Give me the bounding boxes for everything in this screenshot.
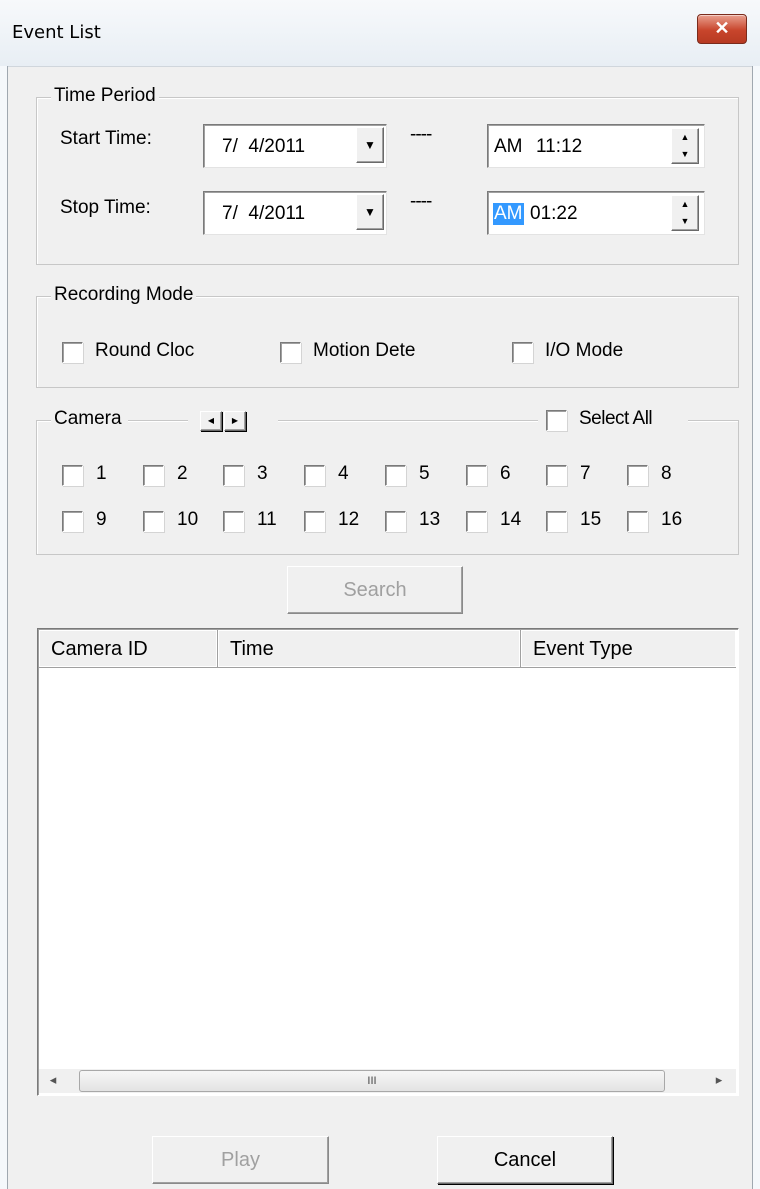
camera-group (36, 420, 739, 555)
select-all-label[interactable]: Select All (579, 408, 653, 430)
stop-ampm[interactable]: AM (493, 203, 524, 225)
spin-down-icon[interactable]: ▼ (672, 213, 698, 230)
arrow-down-icon: ▼ (364, 205, 376, 219)
search-button[interactable]: Search (287, 566, 463, 614)
window-border-right (752, 66, 760, 1189)
window-title: Event List (12, 22, 101, 43)
camera-2-checkbox[interactable] (143, 465, 164, 486)
camera-6-checkbox[interactable] (466, 465, 487, 486)
camera-12-checkbox[interactable] (304, 511, 325, 532)
start-time-label: Start Time: (60, 128, 152, 149)
camera-11-label[interactable]: 11 (257, 509, 277, 531)
scroll-thumb[interactable]: III (79, 1070, 665, 1092)
camera-8-label[interactable]: 8 (661, 463, 672, 485)
camera-12-label[interactable]: 12 (338, 509, 359, 531)
camera-legend: Camera (51, 408, 128, 430)
spin-up-icon[interactable]: ▲ (672, 129, 698, 146)
select-all-checkbox[interactable] (546, 410, 567, 431)
round-clock-checkbox[interactable] (62, 342, 83, 363)
horizontal-scrollbar[interactable]: ◂ III ▸ (39, 1069, 736, 1093)
time-period-legend: Time Period (51, 85, 159, 107)
motion-detect-checkbox[interactable] (280, 342, 301, 363)
camera-prev-button[interactable]: ◀ (200, 411, 222, 431)
round-clock-label[interactable]: Round Cloc (95, 340, 194, 362)
event-list[interactable]: Camera ID Time Event Type ◂ III ▸ (37, 628, 739, 1096)
camera-15-label[interactable]: 15 (580, 509, 601, 531)
camera-7-label[interactable]: 7 (580, 463, 591, 485)
camera-4-label[interactable]: 4 (338, 463, 349, 485)
camera-3-label[interactable]: 3 (257, 463, 268, 485)
camera-5-checkbox[interactable] (385, 465, 406, 486)
camera-10-label[interactable]: 10 (177, 509, 198, 531)
stop-date-value: 7/ 4/2011 (222, 203, 306, 224)
start-separator: ---- (410, 124, 432, 145)
start-ampm[interactable]: AM (494, 136, 523, 158)
camera-6-label[interactable]: 6 (500, 463, 511, 485)
camera-1-checkbox[interactable] (62, 465, 83, 486)
camera-14-label[interactable]: 14 (500, 509, 521, 531)
start-date-picker[interactable]: 7/ 4/2011 ▼ (203, 124, 387, 168)
grip-icon: III (367, 1075, 377, 1087)
recording-mode-legend: Recording Mode (51, 284, 197, 306)
scroll-right-icon[interactable]: ▸ (709, 1072, 729, 1088)
arrow-down-icon: ▼ (364, 138, 376, 152)
camera-8-checkbox[interactable] (627, 465, 648, 486)
camera-1-label[interactable]: 1 (96, 463, 107, 485)
column-header-camera-id[interactable]: Camera ID (39, 630, 218, 668)
camera-next-button[interactable]: ▶ (224, 411, 246, 431)
column-header-time[interactable]: Time (218, 630, 521, 668)
stop-time-spinner[interactable]: ▲ ▼ (671, 195, 699, 231)
start-date-dropdown-button[interactable]: ▼ (356, 127, 384, 163)
camera-16-checkbox[interactable] (627, 511, 648, 532)
column-header-event-type[interactable]: Event Type (521, 630, 736, 668)
arrow-right-icon: ▶ (231, 416, 239, 425)
title-bar (0, 0, 760, 67)
camera-3-checkbox[interactable] (223, 465, 244, 486)
camera-14-checkbox[interactable] (466, 511, 487, 532)
camera-10-checkbox[interactable] (143, 511, 164, 532)
close-button[interactable]: ✕ (697, 14, 747, 44)
stop-time-field[interactable]: AM 01:22 ▲ ▼ (487, 191, 705, 235)
stop-time-label: Stop Time: (60, 197, 151, 218)
io-mode-label[interactable]: I/O Mode (545, 340, 623, 362)
stop-time-value[interactable]: 01:22 (530, 203, 578, 225)
spin-down-icon[interactable]: ▼ (672, 146, 698, 163)
io-mode-checkbox[interactable] (512, 342, 533, 363)
event-list-body[interactable] (39, 669, 736, 1069)
camera-11-checkbox[interactable] (223, 511, 244, 532)
start-time-spinner[interactable]: ▲ ▼ (671, 128, 699, 164)
camera-4-checkbox[interactable] (304, 465, 325, 486)
start-time-field[interactable]: AM 11:12 ▲ ▼ (487, 124, 705, 168)
camera-9-label[interactable]: 9 (96, 509, 107, 531)
play-button[interactable]: Play (152, 1136, 329, 1184)
camera-9-checkbox[interactable] (62, 511, 83, 532)
start-date-value: 7/ 4/2011 (222, 136, 306, 157)
camera-5-label[interactable]: 5 (419, 463, 430, 485)
start-time-value[interactable]: 11:12 (536, 136, 582, 158)
close-icon: ✕ (714, 18, 730, 38)
stop-separator: ---- (410, 191, 432, 212)
camera-13-label[interactable]: 13 (419, 509, 440, 531)
motion-detect-label[interactable]: Motion Dete (313, 340, 415, 362)
camera-2-label[interactable]: 2 (177, 463, 188, 485)
camera-13-checkbox[interactable] (385, 511, 406, 532)
camera-15-checkbox[interactable] (546, 511, 567, 532)
window-border-left (0, 66, 8, 1189)
scroll-left-icon[interactable]: ◂ (43, 1072, 63, 1088)
arrow-left-icon: ◀ (207, 416, 215, 425)
camera-16-label[interactable]: 16 (661, 509, 682, 531)
time-period-group (36, 97, 739, 265)
camera-nav: ◀ ▶ (188, 408, 278, 432)
cancel-button[interactable]: Cancel (437, 1136, 613, 1184)
stop-date-dropdown-button[interactable]: ▼ (356, 194, 384, 230)
camera-7-checkbox[interactable] (546, 465, 567, 486)
spin-up-icon[interactable]: ▲ (672, 196, 698, 213)
stop-date-picker[interactable]: 7/ 4/2011 ▼ (203, 191, 387, 235)
